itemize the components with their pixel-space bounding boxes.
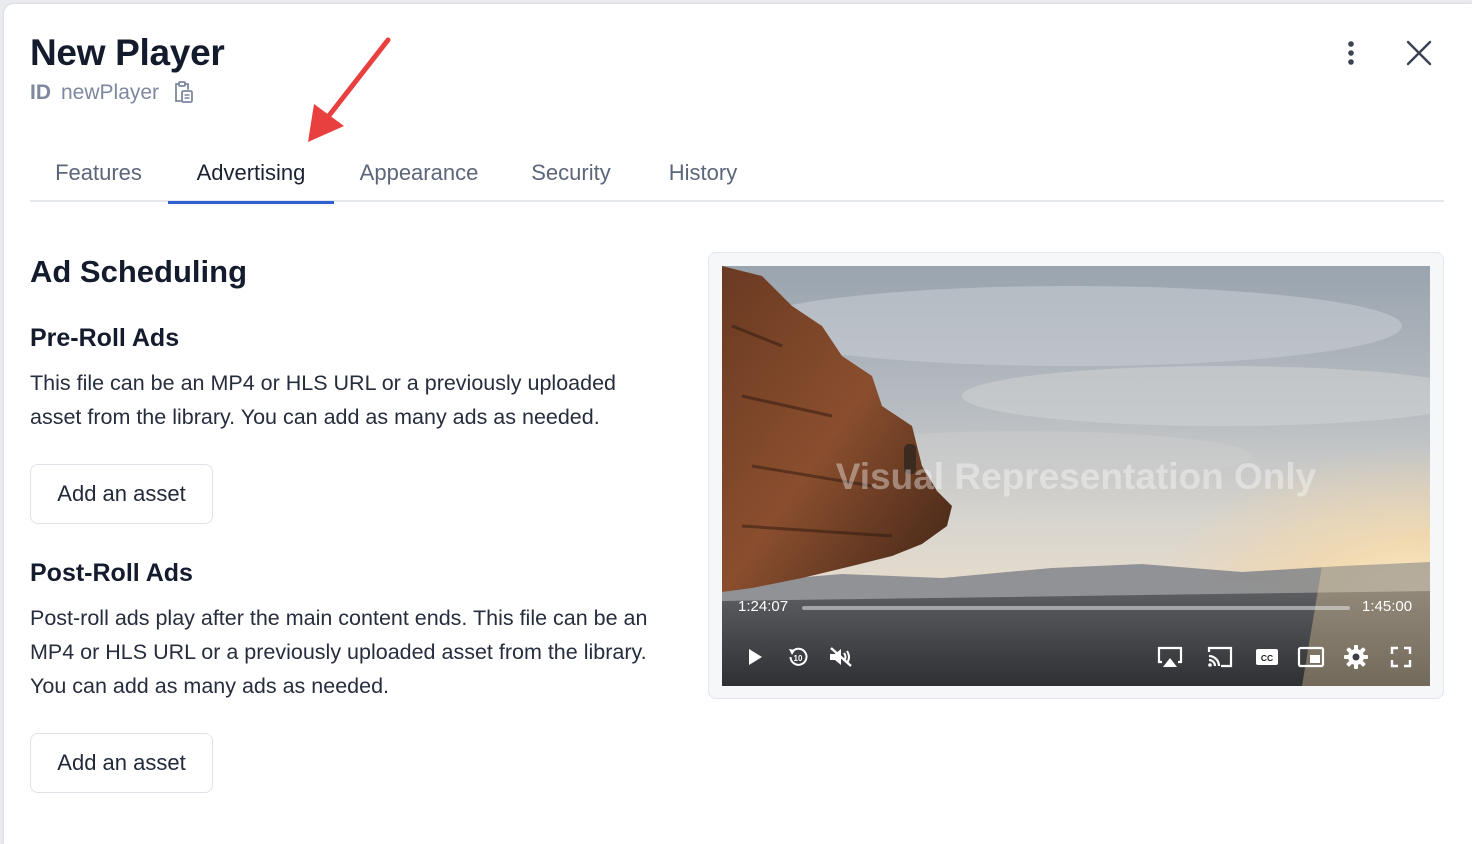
tab-appearance[interactable]: Appearance <box>334 152 504 202</box>
closed-captions-icon: CC <box>1256 649 1278 665</box>
copy-icon[interactable] <box>171 80 195 106</box>
svg-text:CC: CC <box>1261 653 1273 663</box>
current-time: 1:24:07 <box>738 598 789 615</box>
pip-button[interactable] <box>1296 644 1326 670</box>
fullscreen-button[interactable] <box>1386 644 1416 670</box>
play-icon <box>749 649 762 665</box>
more-options-button[interactable] <box>1336 36 1366 70</box>
tab-advertising[interactable]: Advertising <box>168 152 334 204</box>
rewind-button[interactable]: 10 <box>783 644 813 670</box>
tab-features[interactable]: Features <box>30 152 167 202</box>
volume-muted-icon <box>830 647 852 667</box>
cast-button[interactable] <box>1205 644 1235 670</box>
page-title: New Player <box>30 32 225 73</box>
postroll-description: Post-roll ads play after the main conten… <box>30 606 648 698</box>
play-button[interactable] <box>740 644 770 670</box>
player-dialog: New Player ID newPlayer Features Adverti… <box>4 4 1472 844</box>
preroll-description: This file can be an MP4 or HLS URL or a … <box>30 371 616 429</box>
picture-in-picture-icon <box>1297 646 1325 668</box>
duration-time: 1:45:00 <box>1362 598 1413 615</box>
tab-label: History <box>668 160 738 185</box>
tab-label: Appearance <box>359 160 479 185</box>
close-button[interactable] <box>1402 36 1436 70</box>
tab-label: Security <box>531 160 611 185</box>
more-vertical-icon <box>1348 41 1354 65</box>
add-preroll-asset-button[interactable]: Add an asset <box>30 464 213 524</box>
postroll-title: Post-Roll Ads <box>30 559 193 587</box>
tab-label: Advertising <box>196 160 306 185</box>
progress-bar[interactable] <box>802 606 1350 610</box>
tab-bar: Features Advertising Appearance Security… <box>30 152 1444 204</box>
fullscreen-icon <box>1390 646 1412 668</box>
player-id-row: ID newPlayer <box>30 80 195 106</box>
svg-text:10: 10 <box>794 654 803 663</box>
player-id-value: newPlayer <box>61 81 160 104</box>
section-title: Ad Scheduling <box>30 254 247 289</box>
video-player[interactable]: Visual Representation Only 1:24:07 1:45:… <box>722 266 1430 686</box>
captions-button[interactable]: CC <box>1252 644 1282 670</box>
player-preview-card: Visual Representation Only 1:24:07 1:45:… <box>708 252 1444 699</box>
preroll-title: Pre-Roll Ads <box>30 324 180 352</box>
tab-history[interactable]: History <box>638 152 768 202</box>
airplay-button[interactable] <box>1155 644 1185 670</box>
tab-security[interactable]: Security <box>504 152 638 202</box>
id-label: ID <box>30 81 51 104</box>
watermark-text: Visual Representation Only <box>835 456 1317 497</box>
add-postroll-asset-button[interactable]: Add an asset <box>30 733 213 793</box>
cast-icon <box>1207 646 1233 668</box>
airplay-icon <box>1157 646 1183 667</box>
tab-label: Features <box>55 160 142 185</box>
settings-button[interactable] <box>1341 644 1371 670</box>
mute-button[interactable] <box>826 644 856 670</box>
settings-gear-icon <box>1344 645 1368 669</box>
annotation-arrow-icon <box>308 37 391 142</box>
close-icon <box>1406 40 1432 66</box>
rewind-10-icon: 10 <box>789 647 808 666</box>
